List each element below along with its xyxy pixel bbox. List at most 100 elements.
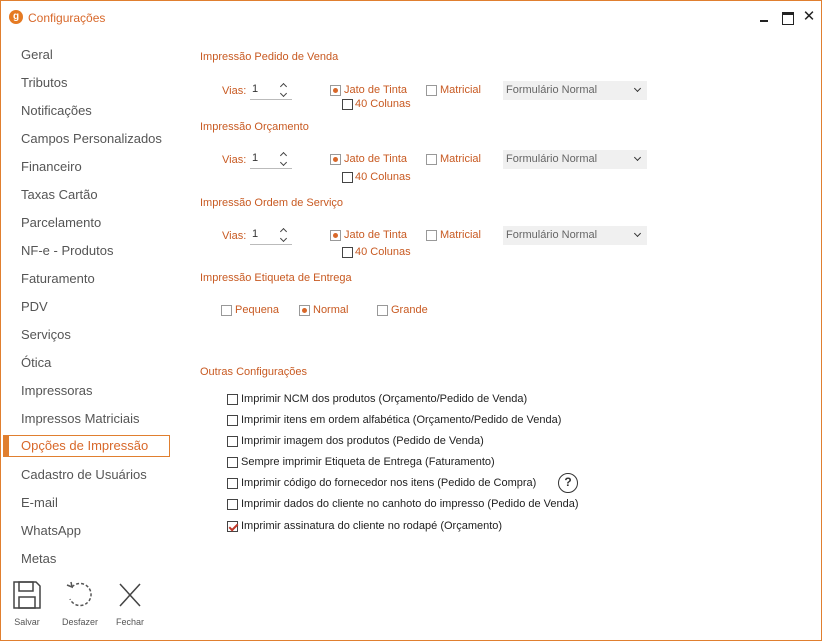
close-button[interactable]: ✕	[801, 9, 817, 25]
label-matricial-pedido: Matricial	[440, 84, 481, 96]
label-jato-pedido: Jato de Tinta	[344, 84, 407, 96]
formulario-value: Formulário Normal	[506, 153, 598, 165]
vias-value: 1	[252, 83, 259, 95]
label-matricial-orcamento: Matricial	[440, 153, 481, 165]
checkbox-ordem-alfabetica[interactable]	[227, 415, 238, 426]
sidebar-item-nfe-produtos[interactable]: NF-e - Produtos	[3, 240, 170, 262]
app-logo-icon: g	[9, 10, 23, 24]
sidebar-item-campos-personalizados[interactable]: Campos Personalizados	[3, 128, 170, 150]
chevron-down-icon	[633, 84, 642, 93]
maximize-button[interactable]	[779, 9, 795, 25]
undo-label: Desfazer	[61, 617, 98, 627]
label-matricial-ordem: Matricial	[440, 229, 481, 241]
formulario-select-pedido[interactable]: Formulário Normal	[503, 81, 647, 100]
sidebar-item-whatsapp[interactable]: WhatsApp	[3, 520, 170, 542]
section-title-outras: Outras Configurações	[200, 366, 307, 378]
formulario-value: Formulário Normal	[506, 84, 598, 96]
sidebar-item-parcelamento[interactable]: Parcelamento	[3, 212, 170, 234]
label-codigo-fornecedor: Imprimir código do fornecedor nos itens …	[241, 477, 537, 489]
label-ncm: Imprimir NCM dos produtos (Orçamento/Ped…	[241, 393, 528, 405]
formulario-select-orcamento[interactable]: Formulário Normal	[503, 150, 647, 169]
radio-matricial-ordem[interactable]	[426, 230, 437, 241]
title-bar: g Configurações ✕	[1, 1, 821, 35]
minimize-button[interactable]	[756, 9, 772, 25]
radio-jato-orcamento[interactable]	[330, 154, 341, 165]
sidebar-item-faturamento[interactable]: Faturamento	[3, 268, 170, 290]
label-imagem-produtos: Imprimir imagem dos produtos (Pedido de …	[241, 435, 484, 447]
checkbox-ncm[interactable]	[227, 394, 238, 405]
radio-etiqueta-pequena[interactable]	[221, 305, 232, 316]
checkbox-40-colunas-pedido[interactable]	[342, 99, 353, 110]
section-title-orcamento: Impressão Orçamento	[200, 121, 309, 133]
help-icon[interactable]: ?	[558, 473, 578, 493]
sidebar-item-metas[interactable]: Metas	[3, 548, 170, 570]
chevron-down-icon	[633, 229, 642, 238]
formulario-select-ordem[interactable]: Formulário Normal	[503, 226, 647, 245]
sidebar-item-opcoes-de-impressao[interactable]: Opções de Impressão	[3, 435, 170, 457]
close-settings-button[interactable]: Fechar	[110, 579, 150, 631]
checkbox-40-colunas-ordem[interactable]	[342, 247, 353, 258]
sidebar-item-email[interactable]: E-mail	[3, 492, 170, 514]
sidebar-item-tributos[interactable]: Tributos	[3, 72, 170, 94]
vias-stepper-pedido[interactable]: 1	[250, 81, 292, 100]
vias-value: 1	[252, 152, 259, 164]
spinner-arrows-icon[interactable]	[278, 150, 292, 169]
save-button[interactable]: Salvar	[7, 579, 47, 631]
sidebar-item-impressoras[interactable]: Impressoras	[3, 380, 170, 402]
label-etiqueta-entrega: Sempre imprimir Etiqueta de Entrega (Fat…	[241, 456, 495, 468]
close-label: Fechar	[115, 617, 144, 627]
vias-value: 1	[252, 228, 259, 240]
label-assinatura-cliente: Imprimir assinatura do cliente no rodapé…	[241, 520, 503, 532]
settings-window: g Configurações ✕ Geral Tributos Notific…	[0, 0, 822, 641]
checkbox-40-colunas-orcamento[interactable]	[342, 172, 353, 183]
vias-label-pedido: Vias:	[222, 85, 247, 97]
vias-stepper-orcamento[interactable]: 1	[250, 150, 292, 169]
radio-jato-pedido[interactable]	[330, 85, 341, 96]
radio-matricial-orcamento[interactable]	[426, 154, 437, 165]
undo-icon	[66, 581, 92, 607]
sidebar-item-financeiro[interactable]: Financeiro	[3, 156, 170, 178]
sidebar-item-geral[interactable]: Geral	[3, 44, 170, 66]
label-ordem-alfabetica: Imprimir itens em ordem alfabética (Orça…	[241, 414, 562, 426]
sidebar-item-impressos-matriciais[interactable]: Impressos Matriciais	[3, 408, 170, 430]
sidebar-item-servicos[interactable]: Serviços	[3, 324, 170, 346]
vias-label-ordem: Vias:	[222, 230, 247, 242]
window-title: Configurações	[28, 11, 106, 25]
label-dados-cliente-canhoto: Imprimir dados do cliente no canhoto do …	[241, 498, 579, 510]
section-title-ordem: Impressão Ordem de Serviço	[200, 197, 344, 209]
label-etiqueta-grande: Grande	[391, 304, 428, 316]
checkbox-etiqueta-entrega[interactable]	[227, 457, 238, 468]
checkbox-imagem-produtos[interactable]	[227, 436, 238, 447]
sidebar-item-cadastro-de-usuarios[interactable]: Cadastro de Usuários	[3, 464, 170, 486]
spinner-arrows-icon[interactable]	[278, 226, 292, 245]
label-jato-orcamento: Jato de Tinta	[344, 153, 407, 165]
radio-matricial-pedido[interactable]	[426, 85, 437, 96]
label-etiqueta-pequena: Pequena	[235, 304, 280, 316]
vias-label-orcamento: Vias:	[222, 154, 247, 166]
settings-sidebar: Geral Tributos Notificações Campos Perso…	[1, 41, 181, 571]
radio-etiqueta-grande[interactable]	[377, 305, 388, 316]
floppy-disk-icon	[13, 581, 41, 609]
section-title-etiqueta: Impressão Etiqueta de Entrega	[200, 272, 352, 284]
sidebar-item-taxas-cartao[interactable]: Taxas Cartão	[3, 184, 170, 206]
label-jato-ordem: Jato de Tinta	[344, 229, 407, 241]
radio-etiqueta-normal[interactable]	[299, 305, 310, 316]
checkbox-assinatura-cliente[interactable]	[227, 521, 238, 532]
checkbox-dados-cliente-canhoto[interactable]	[227, 499, 238, 510]
label-etiqueta-normal: Normal	[313, 304, 349, 316]
label-40-colunas-ordem: 40 Colunas	[355, 246, 411, 258]
sidebar-item-pdv[interactable]: PDV	[3, 296, 170, 318]
vias-stepper-ordem[interactable]: 1	[250, 226, 292, 245]
sidebar-item-otica[interactable]: Ótica	[3, 352, 170, 374]
spinner-arrows-icon[interactable]	[278, 81, 292, 100]
radio-jato-ordem[interactable]	[330, 230, 341, 241]
chevron-down-icon	[633, 153, 642, 162]
formulario-value: Formulário Normal	[506, 229, 598, 241]
close-icon	[119, 583, 141, 607]
save-label: Salvar	[14, 617, 40, 627]
checkbox-codigo-fornecedor[interactable]	[227, 478, 238, 489]
label-40-colunas-pedido: 40 Colunas	[355, 98, 411, 110]
undo-button[interactable]: Desfazer	[60, 579, 100, 631]
sidebar-item-notificacoes[interactable]: Notificações	[3, 100, 170, 122]
section-title-pedido: Impressão Pedido de Venda	[200, 51, 339, 63]
